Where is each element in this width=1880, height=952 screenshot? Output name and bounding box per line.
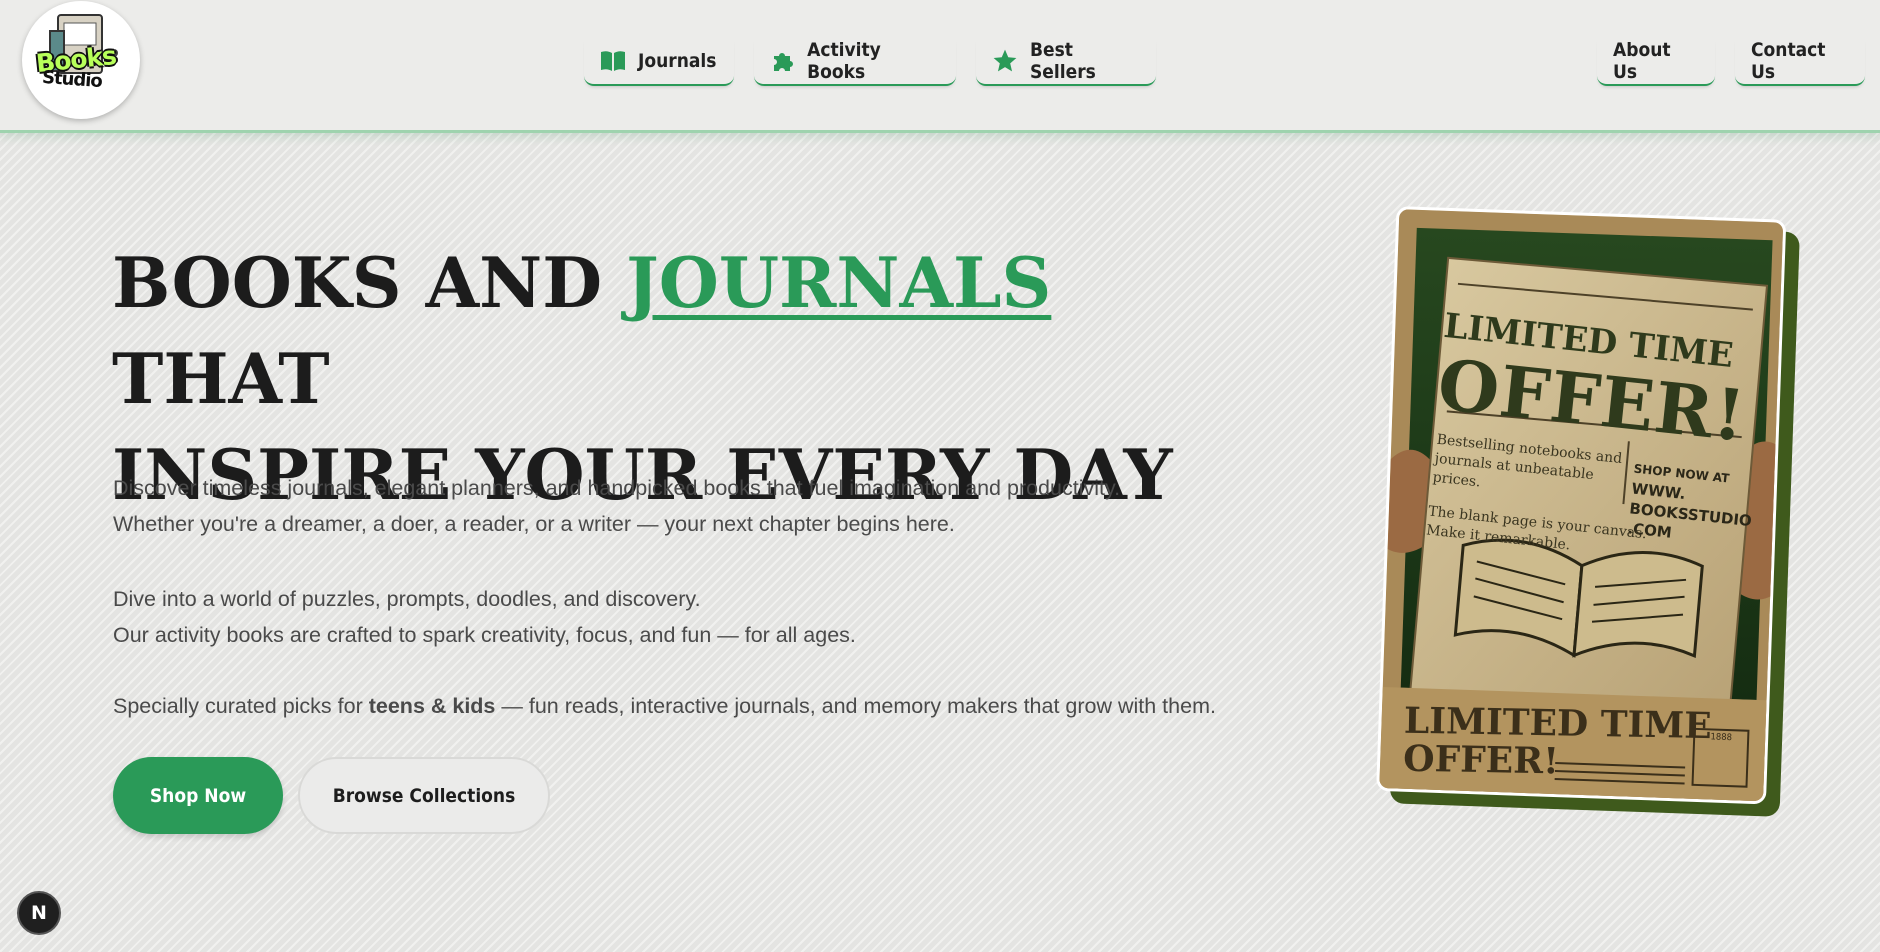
shop-now-button[interactable]: Shop Now	[113, 757, 283, 834]
para1-line1: Discover timeless journals, elegant plan…	[113, 476, 1121, 500]
nav-best-sellers[interactable]: Best Sellers	[976, 38, 1156, 86]
para3-before: Specially curated picks for	[113, 694, 369, 718]
hero-paragraph-teens: Specially curated picks for teens & kids…	[113, 688, 1216, 724]
poster-stamp-number: 1888	[1710, 732, 1733, 744]
para3-after: — fun reads, interactive journals, and m…	[495, 694, 1216, 718]
poster-desc-line3: prices.	[1431, 469, 1482, 491]
para2-line1: Dive into a world of puzzles, prompts, d…	[113, 587, 701, 611]
poster-card: LIMITED TIME OFFER! Bestselling notebook…	[1376, 206, 1787, 805]
nav-activity-books[interactable]: Activity Books	[754, 38, 956, 86]
nav-best-sellers-label: Best Sellers	[1030, 39, 1096, 83]
nav-activity-books-label: Activity Books	[807, 39, 881, 83]
star-icon	[992, 48, 1018, 74]
hero-paragraph-activity: Dive into a world of puzzles, prompts, d…	[113, 581, 856, 653]
logo-text-studio: Studio	[41, 66, 103, 93]
browse-collections-button[interactable]: Browse Collections	[298, 757, 550, 834]
nav-about-us[interactable]: About Us	[1597, 38, 1715, 86]
books-studio-logo[interactable]: Books Studio	[22, 1, 140, 119]
poster-bottom-line2: OFFER!	[1402, 737, 1560, 783]
dev-tools-badge[interactable]: N	[17, 891, 61, 935]
book-icon	[600, 48, 626, 74]
nav-contact-us[interactable]: Contact Us	[1735, 38, 1865, 86]
puzzle-icon	[770, 48, 795, 74]
poster-stamp: 1888	[1691, 727, 1750, 788]
site-header: Books Studio Journals Activity Books Bes…	[0, 0, 1880, 133]
headline-part-2: THAT	[112, 339, 330, 420]
para2-line2: Our activity books are crafted to spark …	[113, 623, 856, 647]
headline-accent-journals: JOURNALS	[626, 243, 1052, 324]
para1-line2: Whether you're a dreamer, a doer, a read…	[113, 512, 955, 536]
nav-contact-us-label: Contact Us	[1751, 39, 1826, 83]
para3-bold-teens-kids: teens & kids	[368, 694, 496, 718]
limited-offer-poster[interactable]: LIMITED TIME OFFER! Bestselling notebook…	[1376, 206, 1801, 817]
poster-bottom-title: LIMITED TIME OFFER!	[1402, 700, 1712, 783]
headline-part-1: BOOKS AND	[112, 243, 627, 324]
nav-about-us-label: About Us	[1613, 39, 1671, 83]
hero-paragraph-journals: Discover timeless journals, elegant plan…	[113, 470, 1120, 542]
nav-journals-label: Journals	[638, 50, 717, 72]
nav-journals[interactable]: Journals	[584, 38, 734, 86]
